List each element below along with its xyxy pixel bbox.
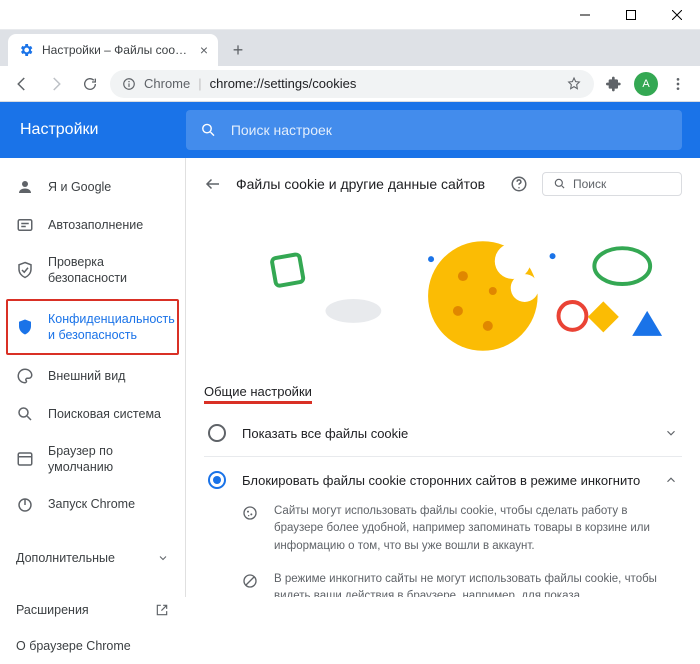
sidebar-item-safety[interactable]: Проверка безопасности bbox=[0, 244, 185, 297]
sidebar-item-default-browser[interactable]: Браузер по умолчанию bbox=[0, 433, 185, 486]
check-shield-icon bbox=[16, 261, 34, 279]
settings-content: Файлы cookie и другие данные сайтов Поис… bbox=[186, 158, 700, 597]
radio-icon[interactable] bbox=[208, 424, 226, 442]
sidebar-item-label: О браузере Chrome bbox=[16, 638, 169, 654]
window-close-button[interactable] bbox=[654, 0, 700, 30]
settings-search-input[interactable] bbox=[231, 122, 668, 138]
sidebar-item-people[interactable]: Я и Google bbox=[0, 168, 185, 206]
sidebar-item-label: Дополнительные bbox=[16, 550, 143, 566]
page-title: Файлы cookie и другие данные сайтов bbox=[236, 176, 496, 192]
chevron-up-icon bbox=[664, 473, 678, 487]
sidebar-item-autofill[interactable]: Автозаполнение bbox=[0, 206, 185, 244]
sidebar-item-label: Автозаполнение bbox=[48, 217, 169, 233]
sidebar-item-label: Расширения bbox=[16, 602, 141, 618]
power-icon bbox=[16, 496, 34, 514]
option-label: Показать все файлы cookie bbox=[242, 426, 648, 441]
radio-icon[interactable] bbox=[208, 471, 226, 489]
menu-button[interactable] bbox=[664, 70, 692, 98]
sidebar-item-appearance[interactable]: Внешний вид bbox=[0, 357, 185, 395]
palette-icon bbox=[16, 367, 34, 385]
sidebar-item-label: Проверка безопасности bbox=[48, 254, 169, 287]
site-info-icon bbox=[122, 77, 136, 91]
extensions-button[interactable] bbox=[600, 70, 628, 98]
bookmark-star-icon[interactable] bbox=[566, 76, 582, 92]
sidebar-item-label: Конфиденциальность и безопасность bbox=[48, 311, 175, 344]
back-arrow-icon[interactable] bbox=[204, 175, 222, 193]
profile-avatar[interactable]: A bbox=[634, 72, 658, 96]
reload-button[interactable] bbox=[76, 70, 104, 98]
page-search[interactable]: Поиск bbox=[542, 172, 682, 196]
option-detail: В режиме инкогнито сайты не могут исполь… bbox=[204, 561, 682, 597]
shield-icon bbox=[16, 318, 34, 336]
browser-tab[interactable]: Настройки – Файлы cookie и др × bbox=[8, 34, 218, 66]
browser-tabstrip: Настройки – Файлы cookie и др × + bbox=[0, 30, 700, 66]
sidebar-item-search[interactable]: Поисковая система bbox=[0, 395, 185, 433]
option-detail: Сайты могут использовать файлы cookie, ч… bbox=[204, 503, 682, 561]
window-titlebar bbox=[0, 0, 700, 30]
sidebar-item-label: Поисковая система bbox=[48, 406, 169, 422]
settings-sidebar: Я и Google Автозаполнение Проверка безоп… bbox=[0, 158, 186, 597]
external-link-icon bbox=[155, 603, 169, 617]
page-search-placeholder: Поиск bbox=[573, 177, 606, 191]
option-label: Блокировать файлы cookie сторонних сайто… bbox=[242, 473, 648, 488]
settings-title: Настройки bbox=[0, 121, 186, 139]
forward-button[interactable] bbox=[42, 70, 70, 98]
cookie-option-block-third-incognito[interactable]: Блокировать файлы cookie сторонних сайто… bbox=[204, 457, 682, 503]
cookies-illustration bbox=[204, 216, 682, 366]
tab-close-icon[interactable]: × bbox=[200, 42, 208, 58]
browser-icon bbox=[16, 450, 34, 468]
tab-title: Настройки – Файлы cookie и др bbox=[42, 43, 192, 57]
new-tab-button[interactable]: + bbox=[224, 36, 252, 64]
option-detail-text: В режиме инкогнито сайты не могут исполь… bbox=[274, 571, 678, 597]
sidebar-item-label: Я и Google bbox=[48, 179, 169, 195]
settings-header: Настройки bbox=[0, 102, 700, 158]
back-button[interactable] bbox=[8, 70, 36, 98]
search-icon bbox=[200, 121, 217, 139]
settings-search[interactable] bbox=[186, 110, 682, 150]
blocked-icon bbox=[242, 573, 260, 589]
sidebar-item-advanced[interactable]: Дополнительные bbox=[0, 540, 185, 576]
url-prefix: Chrome bbox=[144, 76, 190, 91]
search-icon bbox=[16, 405, 34, 423]
help-icon[interactable] bbox=[510, 175, 528, 193]
window-maximize-button[interactable] bbox=[608, 0, 654, 30]
window-minimize-button[interactable] bbox=[562, 0, 608, 30]
cookie-icon bbox=[242, 505, 260, 521]
page-header: Файлы cookie и другие данные сайтов Поис… bbox=[204, 172, 682, 204]
address-bar[interactable]: Chrome | chrome://settings/cookies bbox=[110, 70, 594, 98]
browser-toolbar: Chrome | chrome://settings/cookies A bbox=[0, 66, 700, 102]
sidebar-item-label: Браузер по умолчанию bbox=[48, 443, 169, 476]
sidebar-item-label: Запуск Chrome bbox=[48, 496, 169, 512]
autofill-icon bbox=[16, 216, 34, 234]
sidebar-item-startup[interactable]: Запуск Chrome bbox=[0, 486, 185, 524]
sidebar-item-label: Внешний вид bbox=[48, 368, 169, 384]
sidebar-item-about[interactable]: О браузере Chrome bbox=[0, 628, 185, 664]
search-icon bbox=[553, 177, 567, 191]
option-detail-text: Сайты могут использовать файлы cookie, ч… bbox=[274, 503, 678, 555]
sidebar-item-extensions[interactable]: Расширения bbox=[0, 592, 185, 628]
url-path: chrome://settings/cookies bbox=[210, 76, 357, 91]
cookie-option-allow-all[interactable]: Показать все файлы cookie bbox=[204, 410, 682, 457]
chevron-down-icon bbox=[157, 552, 169, 564]
settings-favicon-icon bbox=[18, 42, 34, 58]
chevron-down-icon bbox=[664, 426, 678, 440]
sidebar-item-privacy[interactable]: Конфиденциальность и безопасность bbox=[6, 299, 179, 356]
person-icon bbox=[16, 178, 34, 196]
section-title: Общие настройки bbox=[204, 384, 312, 404]
